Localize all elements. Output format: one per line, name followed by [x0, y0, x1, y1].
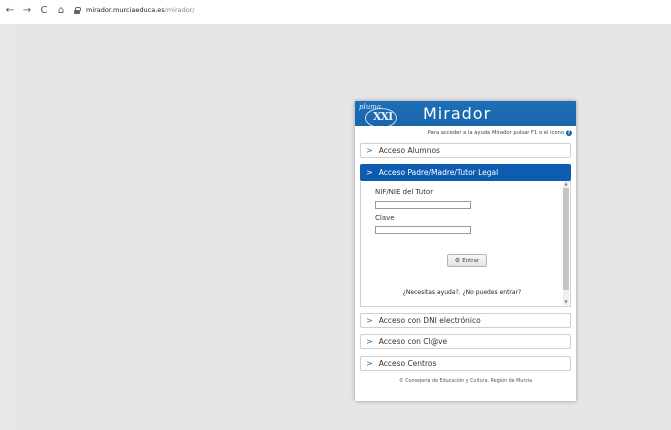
reload-icon[interactable]: C	[37, 3, 51, 17]
nif-input[interactable]	[375, 201, 471, 209]
entrar-button[interactable]: ⚙ Entrar	[447, 254, 487, 267]
help-link[interactable]: ¿Necesitas ayuda?	[403, 289, 459, 296]
scroll-down-icon[interactable]: ▼	[563, 299, 569, 305]
chevron-right-icon: >	[366, 359, 373, 368]
chevron-right-icon: >	[366, 168, 373, 177]
accordion-label: Acceso con DNI electrónico	[378, 316, 481, 325]
panel-footer: © Consejería de Educación y Cultura. Reg…	[398, 379, 533, 384]
nif-label: NIF/NIE del Tutor	[375, 188, 434, 196]
forward-arrow-icon[interactable]: →	[20, 3, 34, 17]
entrar-label: Entrar	[462, 257, 480, 264]
scroll-up-icon[interactable]: ▲	[563, 181, 569, 187]
gear-icon: ⚙	[454, 257, 461, 264]
clave-label: Clave	[375, 214, 395, 222]
accordion-label: Acceso Alumnos	[378, 146, 440, 155]
browser-toolbar: ← → C ⌂ mirador.murciaeduca.es/mirador/	[0, 0, 671, 24]
help-icon[interactable]: ?	[566, 129, 572, 136]
cant-enter-link[interactable]: ¿No puedes entrar?	[463, 289, 522, 296]
accordion-label: Acceso con Cl@ve	[378, 337, 448, 346]
home-icon[interactable]: ⌂	[54, 3, 68, 17]
accordion-dni[interactable]: > Acceso con DNI electrónico	[360, 313, 571, 328]
accordion-alumnos[interactable]: > Acceso Alumnos	[360, 143, 571, 158]
lock-icon	[74, 6, 81, 14]
accordion-label: Acceso Centros	[378, 359, 437, 368]
accordion-label: Acceso Padre/Madre/Tutor Legal	[378, 168, 499, 177]
accordion-padres[interactable]: > Acceso Padre/Madre/Tutor Legal	[360, 164, 571, 181]
accordion-centros[interactable]: > Acceso Centros	[360, 356, 571, 371]
chevron-right-icon: >	[366, 316, 373, 325]
url-host: mirador.murciaeduca.es	[86, 6, 165, 14]
back-arrow-icon[interactable]: ←	[3, 3, 17, 17]
scrollbar[interactable]: ▲ ▼	[563, 181, 569, 305]
url-path: /mirador/	[164, 6, 195, 14]
help-hint-text: Para acceder a la ayuda Mirador pulsar F…	[427, 130, 564, 136]
page-title: Mirador	[423, 104, 492, 123]
plumier-xxi-logo: pluma XXI	[358, 103, 400, 128]
help-hint: Para acceder a la ayuda Mirador pulsar F…	[355, 126, 576, 140]
padres-form-body: NIF/NIE del Tutor Clave ⚙ Entrar ¿Necesi…	[360, 181, 571, 307]
logo-mark: XXI	[373, 110, 393, 123]
chevron-right-icon: >	[366, 337, 373, 346]
scroll-thumb[interactable]	[563, 188, 569, 290]
address-bar[interactable]: mirador.murciaeduca.es/mirador/	[74, 4, 664, 16]
clave-input[interactable]	[375, 226, 471, 234]
help-links: ¿Necesitas ayuda?. ¿No puedes entrar?	[361, 289, 563, 296]
accordion-clave[interactable]: > Acceso con Cl@ve	[360, 334, 571, 349]
panel-header: pluma XXI Mirador	[355, 101, 576, 128]
chevron-right-icon: >	[366, 146, 373, 155]
